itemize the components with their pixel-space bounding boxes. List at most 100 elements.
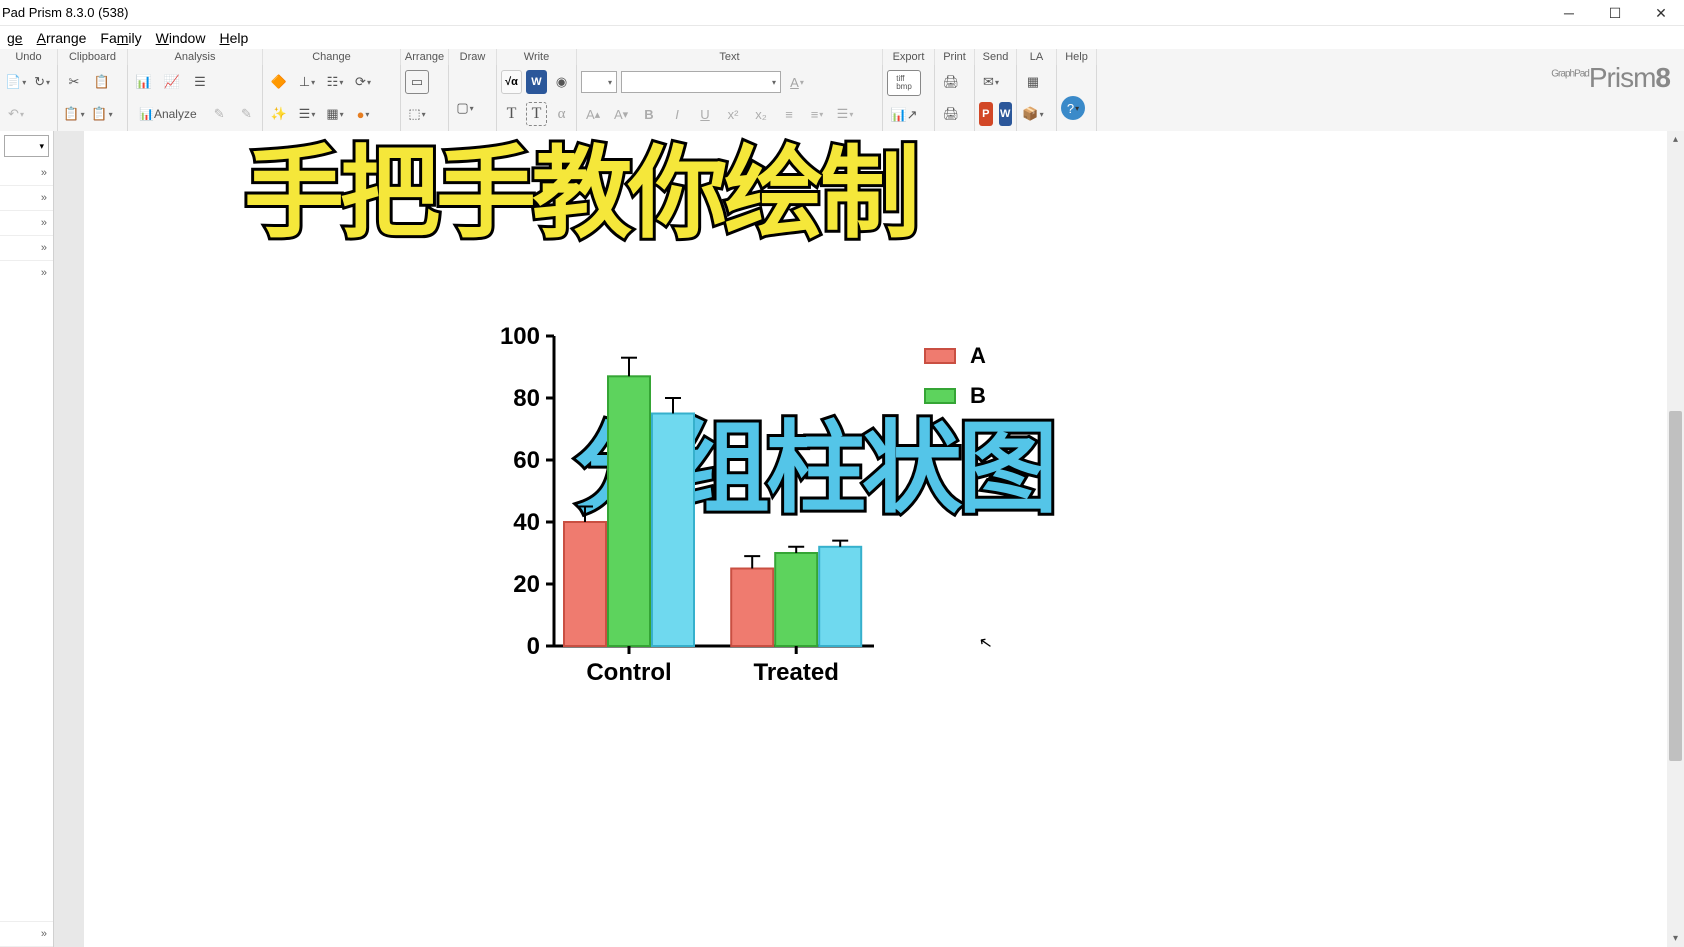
subscript-button[interactable]: x₂ <box>749 102 773 126</box>
legend-item-A[interactable]: A <box>924 343 986 369</box>
svg-text:100: 100 <box>500 323 540 350</box>
sidebar-section-4[interactable]: » <box>0 236 53 261</box>
align-center[interactable]: ≡▾ <box>805 102 829 126</box>
underline-button[interactable]: U <box>693 102 717 126</box>
arrange-order[interactable]: ⬚▾ <box>405 102 429 126</box>
menu-family[interactable]: Family <box>93 28 148 48</box>
scroll-thumb[interactable] <box>1669 411 1682 761</box>
text-T2-button[interactable]: T <box>526 102 547 126</box>
graph-canvas[interactable]: 手把手教你绘制 分组柱状图 020406080100ControlTreated… <box>84 131 1684 947</box>
export-tiff-button[interactable]: tiffbmp <box>887 70 921 96</box>
scroll-up-arrow[interactable]: ▴ <box>1667 131 1684 148</box>
annotate-button[interactable]: ◉ <box>551 70 572 94</box>
change-scheme[interactable]: ●▾ <box>351 102 375 126</box>
analysis-clear[interactable]: ✎ <box>235 102 258 126</box>
analyze-button[interactable]: 📊Analyze <box>132 102 204 126</box>
cut-button[interactable]: ✂ <box>62 70 86 94</box>
menubar: ge Arrange Family Window Help <box>0 26 1684 49</box>
font-color-button[interactable]: A▾ <box>785 70 809 94</box>
send-powerpoint-button[interactable]: P <box>979 102 993 126</box>
bar-chart[interactable]: 020406080100ControlTreated <box>484 326 944 706</box>
svg-text:20: 20 <box>513 571 540 598</box>
legend-swatch <box>924 348 956 364</box>
legend-label: A <box>970 343 986 369</box>
main-area: ▾ » » » » » » 手把手教你绘制 分组柱状图 020406080100… <box>0 131 1684 947</box>
bold-button[interactable]: B <box>637 102 661 126</box>
align-left[interactable]: ≡ <box>777 102 801 126</box>
maximize-button[interactable]: ☐ <box>1592 0 1638 26</box>
vertical-scrollbar[interactable]: ▴ ▾ <box>1667 131 1684 947</box>
analysis-btn-2[interactable]: 📈 <box>160 70 184 94</box>
italic-button[interactable]: I <box>665 102 689 126</box>
menu-help[interactable]: Help <box>212 28 255 48</box>
analysis-btn-3[interactable]: ☰ <box>188 70 212 94</box>
superscript-button[interactable]: x² <box>721 102 745 126</box>
svg-text:0: 0 <box>527 633 540 660</box>
print-button[interactable]: 🖨 <box>939 70 963 94</box>
equation-button[interactable]: √α <box>501 70 522 94</box>
line-spacing[interactable]: ☰▾ <box>833 102 857 126</box>
change-color[interactable]: ▦▾ <box>323 102 347 126</box>
sidebar-section-1[interactable]: » <box>0 161 53 186</box>
text-T-button[interactable]: T <box>501 102 522 126</box>
undo-button[interactable]: ↶▾ <box>4 102 28 126</box>
legend-label: B <box>970 383 986 409</box>
menu-window[interactable]: Window <box>149 28 213 48</box>
ribbon-label-print: Print <box>935 49 975 65</box>
ribbon-label-send: Send <box>975 49 1017 65</box>
ribbon-label-text: Text <box>577 49 883 65</box>
text-grow[interactable]: A▴ <box>581 102 605 126</box>
magic-button[interactable]: ✨ <box>267 102 291 126</box>
ribbon-label-write: Write <box>497 49 577 65</box>
scroll-down-arrow[interactable]: ▾ <box>1667 930 1684 947</box>
word-button[interactable]: W <box>526 70 547 94</box>
copy-button[interactable]: 📋 <box>90 70 114 94</box>
change-graph-type[interactable]: 🔶 <box>267 70 291 94</box>
send-mail-button[interactable]: ✉▾ <box>979 70 1003 94</box>
minimize-button[interactable]: ─ <box>1546 0 1592 26</box>
send-word-button[interactable]: W <box>999 102 1013 126</box>
sidebar-section-6[interactable]: » <box>0 922 53 947</box>
export-graph-button[interactable]: 📊↗ <box>887 104 921 126</box>
close-button[interactable]: ✕ <box>1638 0 1684 26</box>
ribbon-label-help: Help <box>1057 49 1097 65</box>
la-button-2[interactable]: 📦▾ <box>1021 102 1045 126</box>
sidebar-section-3[interactable]: » <box>0 211 53 236</box>
paste-button[interactable]: 📋▾ <box>62 102 86 126</box>
change-data[interactable]: ☷▾ <box>323 70 347 94</box>
ribbon-label-analysis: Analysis <box>128 49 263 65</box>
arrange-layout[interactable]: ▭ <box>405 70 429 94</box>
overlay-caption-1: 手把手教你绘制 <box>244 144 916 244</box>
analysis-copy[interactable]: ✎ <box>208 102 231 126</box>
change-refresh[interactable]: ⟳▾ <box>351 70 375 94</box>
menu-arrange[interactable]: Arrange <box>30 28 94 48</box>
alpha-button[interactable]: α <box>551 102 572 126</box>
svg-text:80: 80 <box>513 385 540 412</box>
help-button[interactable]: ?▾ <box>1061 96 1085 120</box>
la-button-1[interactable]: ▦ <box>1021 70 1045 94</box>
svg-text:60: 60 <box>513 447 540 474</box>
print-preview-button[interactable]: 🖨 <box>939 102 963 126</box>
chart-legend[interactable]: AB <box>924 343 986 423</box>
sidebar-select[interactable]: ▾ <box>4 135 49 157</box>
sidebar-section-5[interactable]: » <box>0 261 53 922</box>
analysis-btn-1[interactable]: 📊 <box>132 70 156 94</box>
ribbon: Undo Clipboard Analysis Change Arrange D… <box>0 49 1684 132</box>
legend-item-B[interactable]: B <box>924 383 986 409</box>
text-shrink[interactable]: A▾ <box>609 102 633 126</box>
paste-special-button[interactable]: 📋▾ <box>90 102 114 126</box>
menu-edit-partial[interactable]: ge <box>0 28 30 48</box>
font-size-select[interactable]: ▾ <box>581 71 617 93</box>
file-button[interactable]: 📄▾ <box>4 70 27 94</box>
draw-shape[interactable]: ▢▾ <box>453 96 477 120</box>
font-family-select[interactable]: ▾ <box>621 71 781 93</box>
legend-swatch <box>924 388 956 404</box>
change-format[interactable]: ☰▾ <box>295 102 319 126</box>
ribbon-label-la: LA <box>1017 49 1057 65</box>
titlebar: Pad Prism 8.3.0 (538) ─ ☐ ✕ <box>0 0 1684 26</box>
sidebar-section-2[interactable]: » <box>0 186 53 211</box>
change-axes[interactable]: ⊥▾ <box>295 70 319 94</box>
app-title: Pad Prism 8.3.0 (538) <box>0 5 128 20</box>
redo-button[interactable]: ↻▾ <box>31 70 53 94</box>
ribbon-label-undo: Undo <box>0 49 58 65</box>
